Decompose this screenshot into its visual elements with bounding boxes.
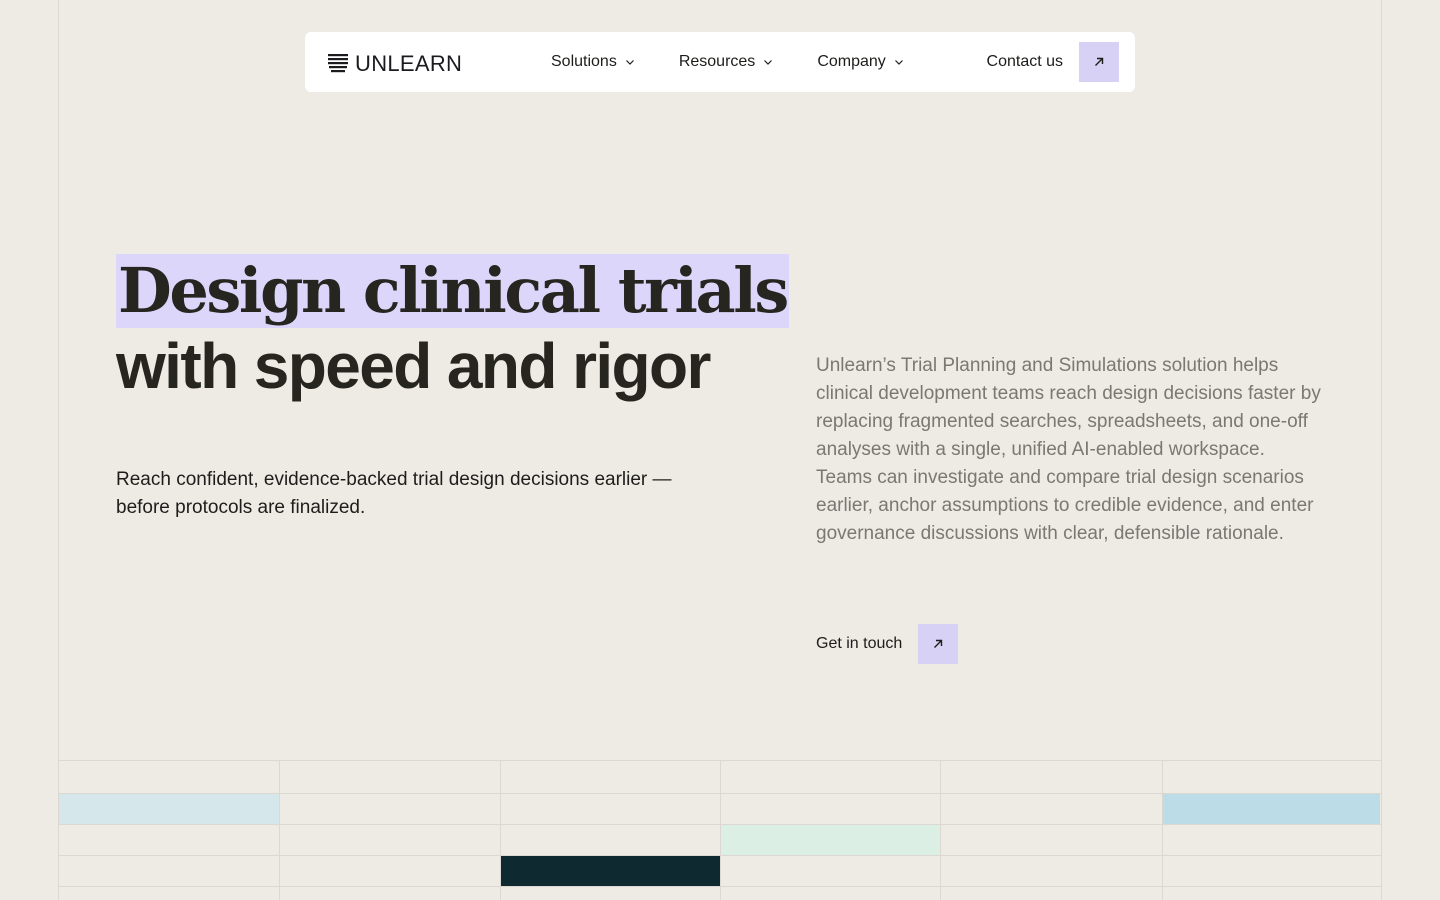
arrow-up-right-icon <box>1095 57 1104 66</box>
grid-cell-dark <box>501 856 721 886</box>
get-in-touch-arrow-button[interactable] <box>918 624 959 664</box>
arrow-up-right-icon <box>934 639 943 648</box>
nav-item-company[interactable]: Company <box>817 53 903 71</box>
frame-line-right <box>1381 0 1382 760</box>
nav-item-label: Solutions <box>551 53 617 70</box>
grid-cell-blue <box>1162 794 1380 824</box>
frame-line-left <box>58 0 59 760</box>
get-in-touch-link[interactable]: Get in touch <box>816 624 959 664</box>
nav-item-label: Company <box>817 53 886 70</box>
contact-us-link[interactable]: Contact us <box>987 42 1119 82</box>
contact-arrow-button[interactable] <box>1079 42 1119 82</box>
top-navigation: UNLEARN Solutions Resources Company Cont… <box>305 32 1135 92</box>
unlearn-logo-icon <box>328 54 348 73</box>
nav-item-label: Resources <box>678 53 756 70</box>
hero-title-highlight: Design clinical trials <box>116 254 789 328</box>
chevron-down-icon <box>764 60 773 65</box>
hero-description: Unlearn’s Trial Planning and Simulations… <box>816 355 1321 544</box>
chevron-down-icon <box>894 60 903 65</box>
logo-text: UNLEARN <box>355 51 463 76</box>
decorative-grid <box>58 760 1382 900</box>
grid-cell-light-blue <box>59 794 279 824</box>
hero-subtitle: Reach confident, evidence-backed trial d… <box>116 469 672 518</box>
hero-title: Design clinical trials with speed and ri… <box>116 254 789 404</box>
logo-link[interactable]: UNLEARN <box>327 51 462 77</box>
grid-vertical-lines <box>58 760 1382 900</box>
nav-item-solutions[interactable]: Solutions <box>551 53 635 71</box>
hero-title-rest: with speed and rigor <box>116 330 711 402</box>
grid-cell-mint <box>721 825 940 855</box>
chevron-down-icon <box>625 60 634 65</box>
get-in-touch-label: Get in touch <box>816 635 903 652</box>
nav-menu: Solutions Resources Company <box>551 32 904 92</box>
contact-us-label: Contact us <box>986 53 1063 70</box>
nav-item-resources[interactable]: Resources <box>679 53 773 71</box>
decorative-grid-graphic <box>58 760 1382 900</box>
